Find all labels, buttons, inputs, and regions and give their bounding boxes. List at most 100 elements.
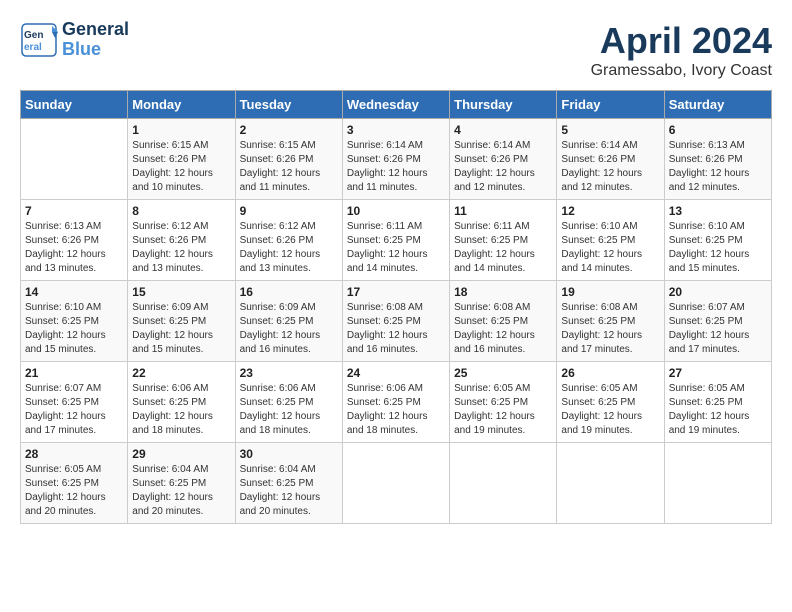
day-number: 10 <box>347 204 445 218</box>
calendar-cell: 3Sunrise: 6:14 AM Sunset: 6:26 PM Daylig… <box>342 119 449 200</box>
day-info: Sunrise: 6:04 AM Sunset: 6:25 PM Dayligh… <box>132 463 230 519</box>
day-info: Sunrise: 6:09 AM Sunset: 6:25 PM Dayligh… <box>132 301 230 357</box>
day-info: Sunrise: 6:05 AM Sunset: 6:25 PM Dayligh… <box>561 382 659 438</box>
day-info: Sunrise: 6:04 AM Sunset: 6:25 PM Dayligh… <box>240 463 338 519</box>
month-title: April 2024 <box>591 20 772 62</box>
location-title: Gramessabo, Ivory Coast <box>591 62 772 80</box>
day-info: Sunrise: 6:08 AM Sunset: 6:25 PM Dayligh… <box>454 301 552 357</box>
calendar-cell: 25 Sunrise: 6:05 AM Sunset: 6:25 PM Dayli… <box>450 362 557 443</box>
calendar-cell <box>664 443 771 524</box>
day-number: 18 <box>454 285 552 299</box>
svg-text:eral: eral <box>24 42 42 53</box>
day-number: 28 <box>25 447 123 461</box>
calendar-cell: 10 Sunrise: 6:11 AM Sunset: 6:25 PM Dayli… <box>342 200 449 281</box>
day-info: Sunrise: 6:06 AM Sunset: 6:25 PM Dayligh… <box>240 382 338 438</box>
calendar-cell: 11 Sunrise: 6:11 AM Sunset: 6:25 PM Dayli… <box>450 200 557 281</box>
day-number: 12 <box>561 204 659 218</box>
calendar-cell: 4 Sunrise: 6:14 AM Sunset: 6:26 PM Daylig… <box>450 119 557 200</box>
page-header: Gen eral General Blue April 2024 Gramess… <box>20 20 772 80</box>
day-info: Sunrise: 6:06 AM Sunset: 6:25 PM Dayligh… <box>132 382 230 438</box>
day-info: Sunrise: 6:15 AM Sunset: 6:26 PM Dayligh… <box>132 139 230 195</box>
calendar-cell: 16 Sunrise: 6:09 AM Sunset: 6:25 PM Dayli… <box>235 281 342 362</box>
day-header-saturday: Saturday <box>664 91 771 119</box>
day-number: 4 <box>454 123 552 137</box>
calendar-cell: 22 Sunrise: 6:06 AM Sunset: 6:25 PM Dayli… <box>128 362 235 443</box>
day-info: Sunrise: 6:05 AM Sunset: 6:25 PM Dayligh… <box>454 382 552 438</box>
week-row-4: 21 Sunrise: 6:07 AM Sunset: 6:25 PM Dayli… <box>21 362 772 443</box>
day-info: Sunrise: 6:14 AM Sunset: 6:26 PM Dayligh… <box>454 139 552 195</box>
week-row-1: 1 Sunrise: 6:15 AM Sunset: 6:26 PM Daylig… <box>21 119 772 200</box>
day-info: Sunrise: 6:11 AM Sunset: 6:25 PM Dayligh… <box>347 220 445 276</box>
calendar-cell: 17 Sunrise: 6:08 AM Sunset: 6:25 PM Dayli… <box>342 281 449 362</box>
day-number: 27 <box>669 366 767 380</box>
calendar-cell: 23Sunrise: 6:06 AM Sunset: 6:25 PM Dayli… <box>235 362 342 443</box>
day-info: Sunrise: 6:08 AM Sunset: 6:25 PM Dayligh… <box>347 301 445 357</box>
calendar-cell <box>450 443 557 524</box>
calendar-cell <box>21 119 128 200</box>
day-number: 9 <box>240 204 338 218</box>
logo-general: General <box>62 20 129 40</box>
calendar-cell: 8Sunrise: 6:12 AM Sunset: 6:26 PM Daylig… <box>128 200 235 281</box>
calendar-cell: 18 Sunrise: 6:08 AM Sunset: 6:25 PM Dayli… <box>450 281 557 362</box>
calendar-cell: 26Sunrise: 6:05 AM Sunset: 6:25 PM Dayli… <box>557 362 664 443</box>
day-number: 22 <box>132 366 230 380</box>
calendar-cell: 28 Sunrise: 6:05 AM Sunset: 6:25 PM Dayli… <box>21 443 128 524</box>
calendar-header-row: SundayMondayTuesdayWednesdayThursdayFrid… <box>21 91 772 119</box>
day-info: Sunrise: 6:10 AM Sunset: 6:25 PM Dayligh… <box>25 301 123 357</box>
logo: Gen eral General Blue <box>20 20 129 60</box>
day-number: 17 <box>347 285 445 299</box>
day-info: Sunrise: 6:06 AM Sunset: 6:25 PM Dayligh… <box>347 382 445 438</box>
day-number: 6 <box>669 123 767 137</box>
day-number: 16 <box>240 285 338 299</box>
calendar-table: SundayMondayTuesdayWednesdayThursdayFrid… <box>20 90 772 524</box>
calendar-cell: 21 Sunrise: 6:07 AM Sunset: 6:25 PM Dayli… <box>21 362 128 443</box>
day-number: 29 <box>132 447 230 461</box>
day-info: Sunrise: 6:10 AM Sunset: 6:25 PM Dayligh… <box>669 220 767 276</box>
day-number: 19 <box>561 285 659 299</box>
day-number: 14 <box>25 285 123 299</box>
calendar-cell: 24 Sunrise: 6:06 AM Sunset: 6:25 PM Dayli… <box>342 362 449 443</box>
calendar-body: 1 Sunrise: 6:15 AM Sunset: 6:26 PM Daylig… <box>21 119 772 524</box>
week-row-2: 7 Sunrise: 6:13 AM Sunset: 6:26 PM Daylig… <box>21 200 772 281</box>
calendar-cell: 14 Sunrise: 6:10 AM Sunset: 6:25 PM Dayli… <box>21 281 128 362</box>
day-header-wednesday: Wednesday <box>342 91 449 119</box>
svg-text:Gen: Gen <box>24 30 43 41</box>
day-info: Sunrise: 6:05 AM Sunset: 6:25 PM Dayligh… <box>25 463 123 519</box>
calendar-cell: 30Sunrise: 6:04 AM Sunset: 6:25 PM Dayli… <box>235 443 342 524</box>
day-info: Sunrise: 6:14 AM Sunset: 6:26 PM Dayligh… <box>561 139 659 195</box>
day-number: 25 <box>454 366 552 380</box>
day-info: Sunrise: 6:08 AM Sunset: 6:25 PM Dayligh… <box>561 301 659 357</box>
day-header-sunday: Sunday <box>21 91 128 119</box>
day-number: 13 <box>669 204 767 218</box>
title-block: April 2024 Gramessabo, Ivory Coast <box>591 20 772 80</box>
calendar-cell: 13 Sunrise: 6:10 AM Sunset: 6:25 PM Dayli… <box>664 200 771 281</box>
day-number: 11 <box>454 204 552 218</box>
calendar-cell: 12 Sunrise: 6:10 AM Sunset: 6:25 PM Dayli… <box>557 200 664 281</box>
day-number: 1 <box>132 123 230 137</box>
day-header-thursday: Thursday <box>450 91 557 119</box>
day-info: Sunrise: 6:07 AM Sunset: 6:25 PM Dayligh… <box>25 382 123 438</box>
day-number: 2 <box>240 123 338 137</box>
day-number: 15 <box>132 285 230 299</box>
day-info: Sunrise: 6:13 AM Sunset: 6:26 PM Dayligh… <box>25 220 123 276</box>
calendar-cell: 6 Sunrise: 6:13 AM Sunset: 6:26 PM Daylig… <box>664 119 771 200</box>
calendar-cell <box>557 443 664 524</box>
day-info: Sunrise: 6:12 AM Sunset: 6:26 PM Dayligh… <box>132 220 230 276</box>
day-info: Sunrise: 6:12 AM Sunset: 6:26 PM Dayligh… <box>240 220 338 276</box>
day-info: Sunrise: 6:07 AM Sunset: 6:25 PM Dayligh… <box>669 301 767 357</box>
day-info: Sunrise: 6:13 AM Sunset: 6:26 PM Dayligh… <box>669 139 767 195</box>
calendar-cell: 27Sunrise: 6:05 AM Sunset: 6:25 PM Dayli… <box>664 362 771 443</box>
day-info: Sunrise: 6:10 AM Sunset: 6:25 PM Dayligh… <box>561 220 659 276</box>
day-number: 21 <box>25 366 123 380</box>
logo-blue: Blue <box>62 40 129 60</box>
day-number: 24 <box>347 366 445 380</box>
week-row-5: 28 Sunrise: 6:05 AM Sunset: 6:25 PM Dayli… <box>21 443 772 524</box>
calendar-cell <box>342 443 449 524</box>
day-info: Sunrise: 6:11 AM Sunset: 6:25 PM Dayligh… <box>454 220 552 276</box>
day-info: Sunrise: 6:09 AM Sunset: 6:25 PM Dayligh… <box>240 301 338 357</box>
day-info: Sunrise: 6:14 AM Sunset: 6:26 PM Dayligh… <box>347 139 445 195</box>
day-number: 20 <box>669 285 767 299</box>
day-number: 5 <box>561 123 659 137</box>
day-header-monday: Monday <box>128 91 235 119</box>
day-number: 7 <box>25 204 123 218</box>
